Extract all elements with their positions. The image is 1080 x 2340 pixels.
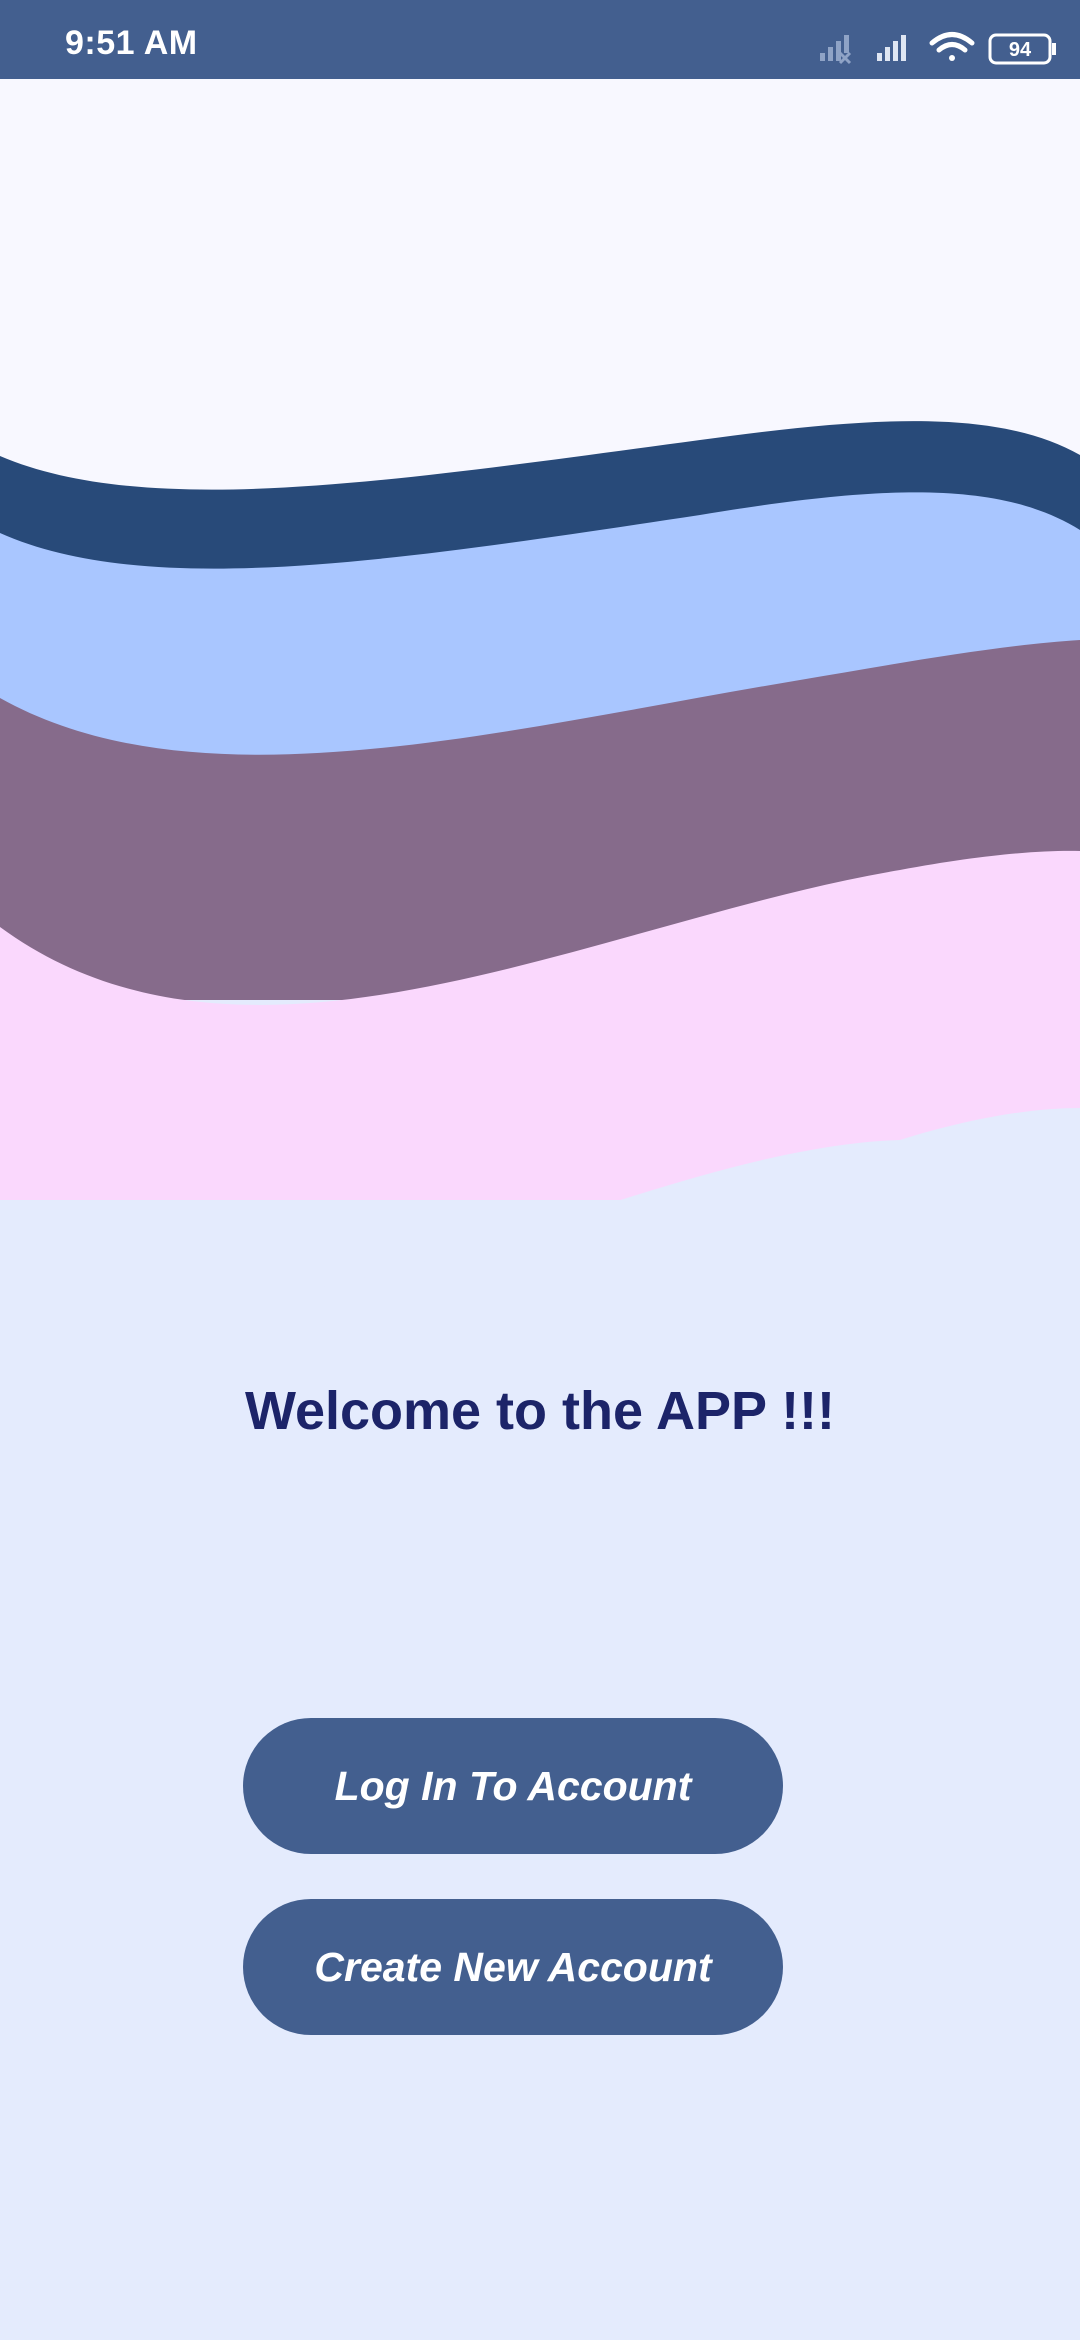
create-account-button-label: Create New Account — [314, 1943, 712, 1990]
welcome-title: Welcome to the APP !!! — [244, 1381, 836, 1441]
login-button[interactable]: Log In To Account — [243, 1718, 783, 1854]
login-button-label: Log In To Account — [334, 1762, 692, 1809]
create-account-button[interactable]: Create New Account — [243, 1899, 783, 2035]
wave-decoration — [0, 421, 1080, 1400]
